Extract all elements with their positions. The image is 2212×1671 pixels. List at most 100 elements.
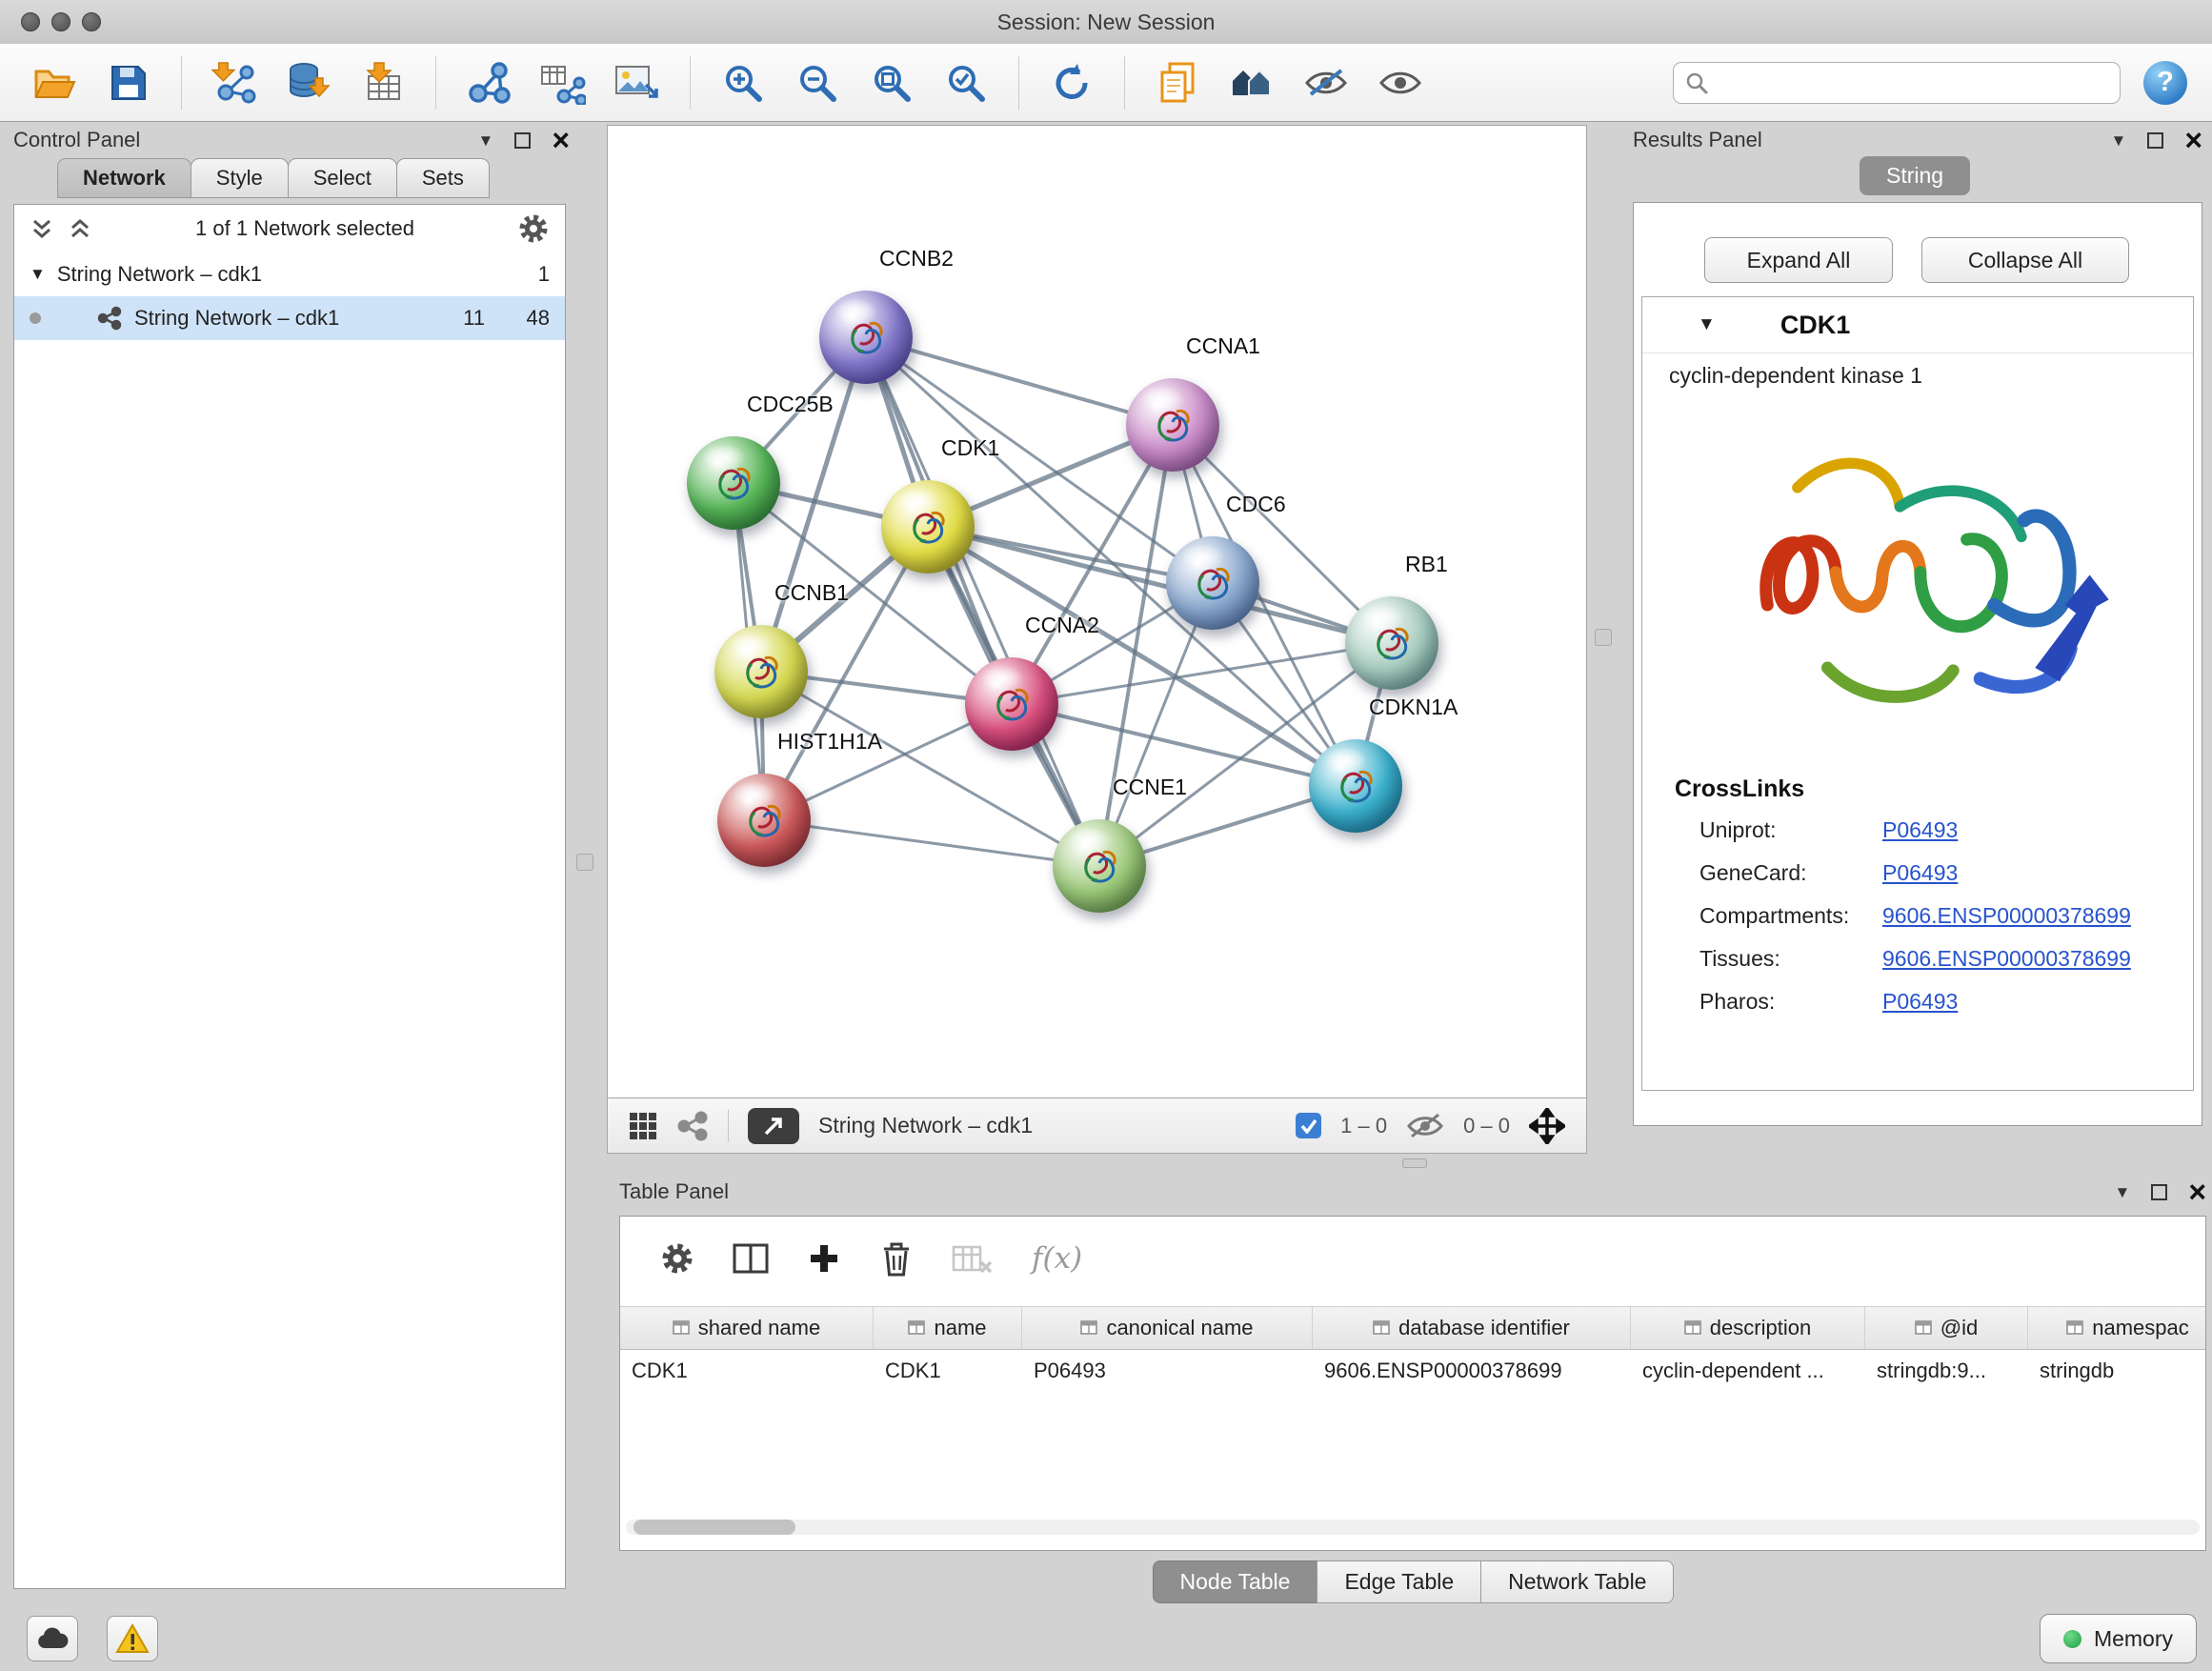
disclosure-triangle-icon[interactable]: ▼ xyxy=(30,265,46,284)
table-cell[interactable]: CDK1 xyxy=(874,1349,1022,1393)
network-node-ccna1[interactable] xyxy=(1126,378,1219,472)
entry-disclosure-triangle-icon[interactable]: ▼ xyxy=(1698,314,1716,335)
results-panel-close-icon[interactable]: × xyxy=(2184,130,2202,151)
network-node-ccnb2[interactable] xyxy=(819,291,913,384)
column-header-shared-name[interactable]: shared name xyxy=(620,1307,874,1349)
show-panels-button[interactable] xyxy=(1152,57,1203,109)
vertical-splitter-handle-right[interactable] xyxy=(1595,629,1612,646)
crosslink-value[interactable]: P06493 xyxy=(1882,860,1958,886)
table-panel-close-icon[interactable]: × xyxy=(2188,1181,2206,1202)
table-cell[interactable]: P06493 xyxy=(1022,1349,1313,1393)
column-header-namespac[interactable]: namespac xyxy=(2028,1307,2206,1349)
tab-network[interactable]: Network xyxy=(57,158,191,198)
network-node-rb1[interactable] xyxy=(1345,596,1438,690)
column-header-description[interactable]: description xyxy=(1631,1307,1865,1349)
fit-content-crosshair-icon[interactable] xyxy=(1529,1108,1565,1144)
tab-string[interactable]: String xyxy=(1860,156,1970,195)
crosslink-value[interactable]: P06493 xyxy=(1882,989,1958,1015)
birds-eye-grid-icon[interactable] xyxy=(629,1112,657,1140)
control-panel-close-icon[interactable]: × xyxy=(552,130,570,151)
control-panel-float-icon[interactable] xyxy=(514,132,531,149)
network-collection-row[interactable]: ▼ String Network – cdk1 1 xyxy=(14,252,565,296)
table-cell[interactable]: 9606.ENSP00000378699 xyxy=(1313,1349,1631,1393)
table-cell[interactable]: stringdb:9... xyxy=(1865,1349,2028,1393)
network-node-ccne1[interactable] xyxy=(1053,819,1146,913)
table-cell[interactable]: stringdb xyxy=(2028,1349,2206,1393)
tab-edge-table[interactable]: Edge Table xyxy=(1317,1560,1481,1603)
table-cell[interactable]: CDK1 xyxy=(620,1349,874,1393)
delete-trash-icon[interactable] xyxy=(879,1239,914,1278)
memory-button[interactable]: Memory xyxy=(2040,1614,2197,1663)
toolbar-search-box[interactable] xyxy=(1673,62,2121,104)
network-node-cdc6[interactable] xyxy=(1166,536,1259,630)
tab-node-table[interactable]: Node Table xyxy=(1153,1560,1318,1603)
save-session-button[interactable] xyxy=(103,57,154,109)
tab-style[interactable]: Style xyxy=(191,158,289,198)
column-header-database-identifier[interactable]: database identifier xyxy=(1313,1307,1631,1349)
table-panel-float-icon[interactable] xyxy=(2151,1184,2167,1200)
collapse-all-button[interactable]: Collapse All xyxy=(1921,237,2129,283)
results-panel-menu-icon[interactable]: ▼ xyxy=(2110,132,2126,149)
vertical-splitter-handle[interactable] xyxy=(576,854,593,871)
export-image-button[interactable] xyxy=(612,57,663,109)
selected-checkbox-icon[interactable] xyxy=(1296,1113,1321,1138)
crosslink-value[interactable]: 9606.ENSP00000378699 xyxy=(1882,946,2131,972)
select-columns-icon[interactable] xyxy=(733,1241,769,1276)
tab-sets[interactable]: Sets xyxy=(396,158,490,198)
network-node-ccna2[interactable] xyxy=(965,657,1058,751)
crosslink-value[interactable]: 9606.ENSP00000378699 xyxy=(1882,903,2131,929)
network-node-ccnb1[interactable] xyxy=(714,625,808,718)
zoom-out-button[interactable] xyxy=(792,57,843,109)
search-input[interactable] xyxy=(1718,70,2108,96)
collapse-all-icon[interactable] xyxy=(30,217,54,240)
column-header-name[interactable]: name xyxy=(874,1307,1022,1349)
network-node-cdk1[interactable] xyxy=(881,480,975,574)
warnings-button[interactable] xyxy=(107,1616,158,1661)
expand-all-button[interactable]: Expand All xyxy=(1704,237,1893,283)
tab-network-table[interactable]: Network Table xyxy=(1480,1560,1674,1603)
new-network-button[interactable] xyxy=(463,57,514,109)
column-header--id[interactable]: @id xyxy=(1865,1307,2028,1349)
crosslink-value[interactable]: P06493 xyxy=(1882,817,1958,843)
network-share-icon[interactable] xyxy=(676,1110,709,1142)
table-horizontal-scrollbar[interactable] xyxy=(626,1520,2200,1535)
overview-button[interactable] xyxy=(1226,57,1277,109)
network-canvas[interactable]: CCNB2CCNA1CDC25BCDK1CDC6RB1CCNB1CCNA2CDK… xyxy=(607,125,1587,1098)
scrollbar-thumb[interactable] xyxy=(633,1520,795,1535)
add-column-plus-icon[interactable] xyxy=(807,1241,841,1276)
tab-select[interactable]: Select xyxy=(288,158,397,198)
protein-entry-header[interactable]: ▼ CDK1 xyxy=(1642,297,2193,353)
horizontal-splitter-handle[interactable] xyxy=(1402,1158,1427,1168)
apply-layout-button[interactable] xyxy=(1046,57,1097,109)
table-panel-menu-icon[interactable]: ▼ xyxy=(2114,1184,2130,1200)
network-node-cdkn1a[interactable] xyxy=(1309,739,1402,833)
column-header-canonical-name[interactable]: canonical name xyxy=(1022,1307,1313,1349)
hide-graphics-details-button[interactable] xyxy=(1300,57,1352,109)
table-cell[interactable]: cyclin-dependent ... xyxy=(1631,1349,1865,1393)
open-session-button[interactable] xyxy=(29,57,80,109)
zoom-fit-button[interactable] xyxy=(866,57,917,109)
help-button[interactable]: ? xyxy=(2143,61,2187,105)
open-in-browser-button[interactable] xyxy=(748,1108,799,1144)
expand-all-icon[interactable] xyxy=(68,217,92,240)
show-graphics-details-button[interactable] xyxy=(1375,57,1426,109)
import-network-file-button[interactable] xyxy=(209,57,260,109)
table-row[interactable]: CDK1CDK1P064939606.ENSP00000378699cyclin… xyxy=(620,1349,2206,1393)
zoom-selected-button[interactable] xyxy=(940,57,992,109)
network-from-table-button[interactable] xyxy=(537,57,589,109)
cloud-status-button[interactable] xyxy=(27,1616,78,1661)
import-network-database-button[interactable] xyxy=(283,57,334,109)
control-panel-menu-icon[interactable]: ▼ xyxy=(477,132,493,149)
window-close-button[interactable] xyxy=(21,12,40,31)
gear-icon[interactable] xyxy=(517,212,550,245)
zoom-in-button[interactable] xyxy=(717,57,769,109)
window-minimize-button[interactable] xyxy=(51,12,70,31)
table-gear-icon[interactable] xyxy=(660,1241,694,1276)
window-zoom-button[interactable] xyxy=(82,12,101,31)
network-node-hist1h1a[interactable] xyxy=(717,774,811,867)
results-panel-float-icon[interactable] xyxy=(2147,132,2163,149)
network-node-cdc25b[interactable] xyxy=(687,436,780,530)
network-row-selected[interactable]: String Network – cdk1 11 48 xyxy=(14,296,565,340)
function-builder-button[interactable]: f(x) xyxy=(1032,1241,1082,1276)
import-table-button[interactable] xyxy=(357,57,409,109)
